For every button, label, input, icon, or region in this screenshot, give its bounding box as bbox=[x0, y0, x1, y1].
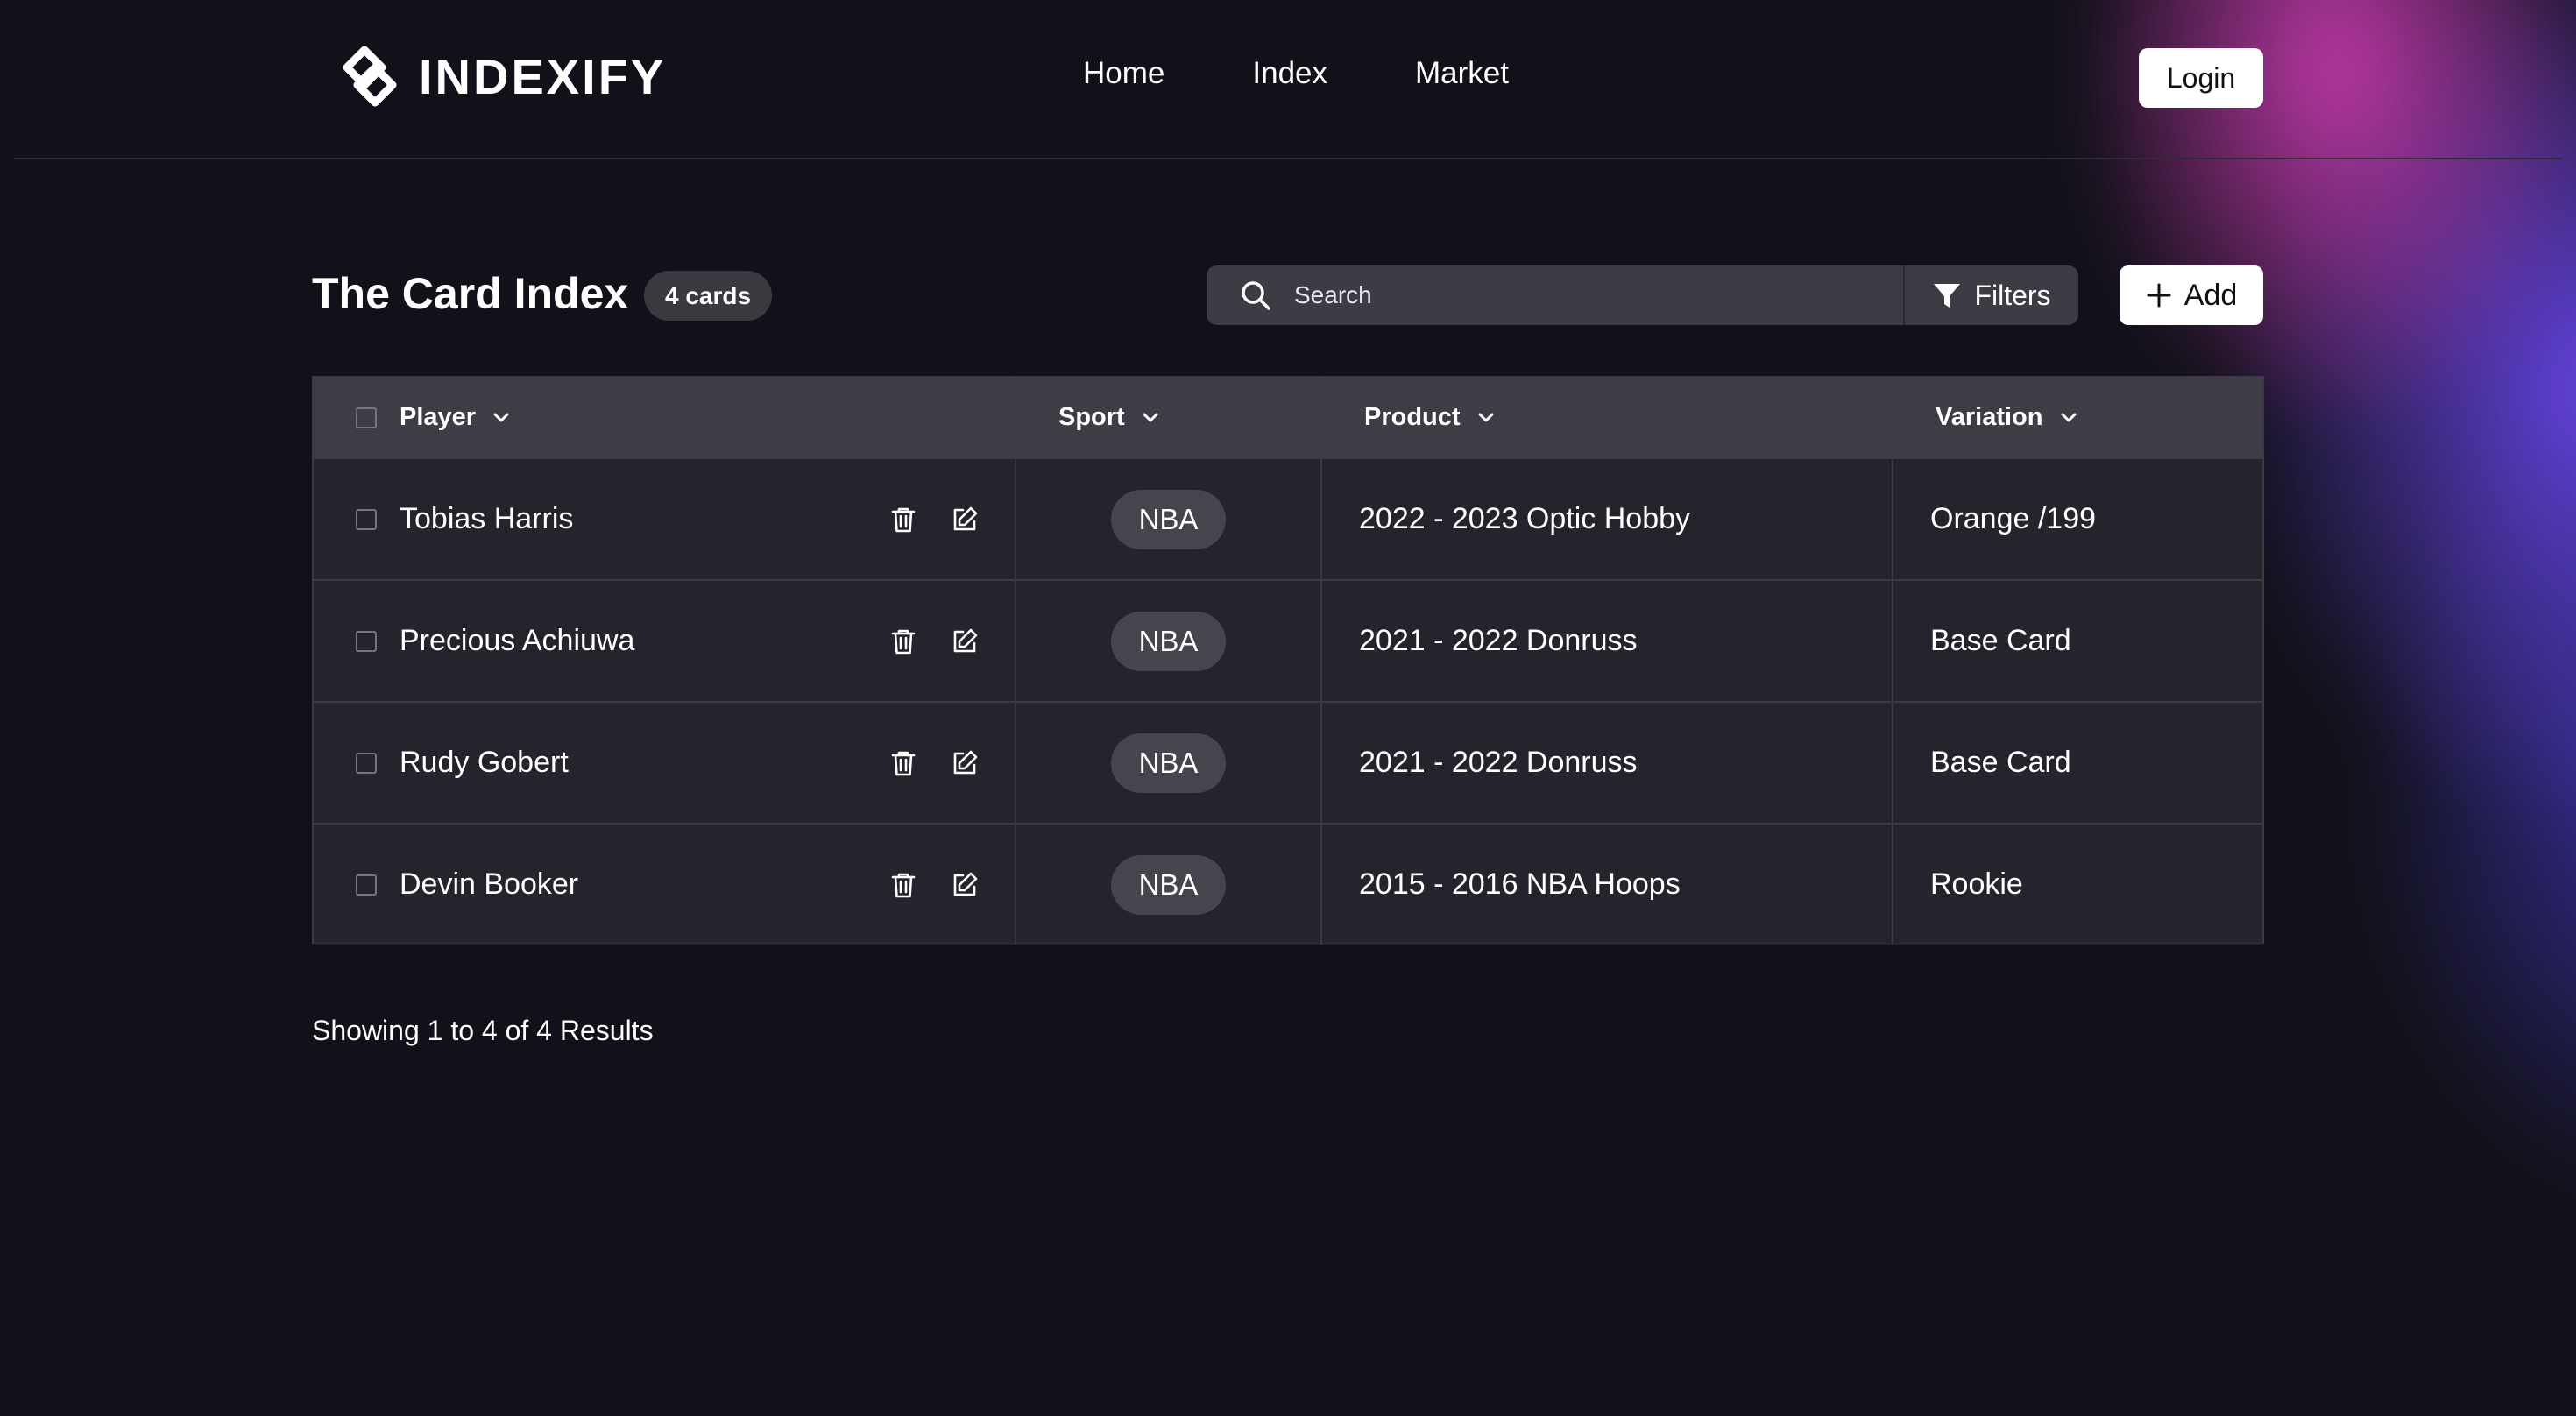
row-actions bbox=[888, 748, 980, 778]
edit-icon[interactable] bbox=[950, 748, 980, 778]
edit-icon[interactable] bbox=[950, 870, 980, 900]
filters-label: Filters bbox=[1974, 279, 2051, 311]
chevron-down-icon bbox=[1478, 413, 1494, 421]
table-header-row: Player Sport Product Variation bbox=[314, 378, 2262, 457]
player-cell: Devin Booker bbox=[314, 825, 1016, 945]
player-cell: Rudy Gobert bbox=[314, 703, 1016, 823]
trash-icon[interactable] bbox=[888, 870, 918, 900]
filter-icon bbox=[1934, 284, 1961, 308]
chevron-down-icon bbox=[2061, 413, 2076, 421]
login-button[interactable]: Login bbox=[2139, 48, 2263, 108]
column-header-variation[interactable]: Variation bbox=[1893, 378, 2262, 457]
sport-badge: NBA bbox=[1110, 611, 1227, 671]
results-summary: Showing 1 to 4 of 4 Results bbox=[312, 1015, 654, 1046]
column-header-label: Player bbox=[400, 403, 477, 431]
nav-market-link[interactable]: Market bbox=[1415, 56, 1509, 91]
player-cell: Tobias Harris bbox=[314, 459, 1016, 579]
row-checkbox[interactable] bbox=[356, 752, 377, 774]
table-row: Rudy Gobert NBA 2021 - 2022 Donruss Base… bbox=[314, 701, 2262, 823]
column-header-label: Variation bbox=[1936, 403, 2043, 431]
main-nav: Home Index Market bbox=[1083, 56, 1509, 91]
filters-button[interactable]: Filters bbox=[1903, 266, 2078, 325]
column-header-sport[interactable]: Sport bbox=[1016, 378, 1322, 457]
header-divider bbox=[14, 158, 2562, 159]
sport-badge: NBA bbox=[1110, 489, 1227, 549]
select-all-checkbox[interactable] bbox=[356, 407, 377, 428]
search-bar: Filters bbox=[1207, 266, 2078, 325]
row-actions bbox=[888, 870, 980, 900]
row-checkbox[interactable] bbox=[356, 874, 377, 896]
player-name: Precious Achiuwa bbox=[400, 624, 635, 657]
table-row: Tobias Harris NBA 2022 - 2023 Optic Hobb… bbox=[314, 457, 2262, 579]
table-row: Precious Achiuwa NBA 2021 - 2022 Donruss… bbox=[314, 579, 2262, 701]
column-header-player[interactable]: Player bbox=[314, 378, 1016, 457]
variation-cell: Orange /199 bbox=[1930, 502, 2097, 535]
player-cell: Precious Achiuwa bbox=[314, 581, 1016, 701]
sport-cell: NBA bbox=[1016, 703, 1322, 823]
logo[interactable]: INDEXIFY bbox=[333, 39, 666, 114]
variation-cell: Rookie bbox=[1930, 867, 2023, 901]
player-name: Rudy Gobert bbox=[400, 746, 569, 779]
sport-cell: NBA bbox=[1016, 581, 1322, 701]
trash-icon[interactable] bbox=[888, 505, 918, 535]
page: INDEXIFY Home Index Market Login The Car… bbox=[0, 0, 2576, 1416]
cards-table: Player Sport Product Variation Tobias Ha… bbox=[312, 376, 2264, 945]
table-row: Devin Booker NBA 2015 - 2016 NBA Hoops R… bbox=[314, 823, 2262, 945]
product-cell: 2021 - 2022 Donruss bbox=[1322, 581, 1893, 701]
row-checkbox[interactable] bbox=[356, 508, 377, 530]
variation-cell: Base Card bbox=[1930, 624, 2071, 657]
top-header: INDEXIFY Home Index Market Login bbox=[0, 0, 2576, 158]
edit-icon[interactable] bbox=[950, 627, 980, 656]
player-name: Devin Booker bbox=[400, 867, 579, 901]
sport-badge: NBA bbox=[1110, 733, 1227, 793]
edit-icon[interactable] bbox=[950, 505, 980, 535]
product-cell: 2015 - 2016 NBA Hoops bbox=[1322, 825, 1893, 945]
variation-cell: Base Card bbox=[1930, 746, 2071, 779]
product-cell: 2022 - 2023 Optic Hobby bbox=[1322, 459, 1893, 579]
chevron-down-icon bbox=[1143, 413, 1158, 421]
sport-cell: NBA bbox=[1016, 459, 1322, 579]
sport-cell: NBA bbox=[1016, 825, 1322, 945]
search-input[interactable] bbox=[1294, 269, 1903, 322]
add-label: Add bbox=[2183, 278, 2238, 312]
card-count-badge: 4 cards bbox=[644, 271, 773, 321]
row-actions bbox=[888, 505, 980, 535]
column-header-label: Sport bbox=[1058, 403, 1125, 431]
add-button[interactable]: Add bbox=[2120, 266, 2263, 325]
sport-badge: NBA bbox=[1110, 854, 1227, 915]
nav-index-link[interactable]: Index bbox=[1252, 56, 1327, 91]
player-name: Tobias Harris bbox=[400, 502, 574, 535]
logo-text: INDEXIFY bbox=[419, 48, 667, 104]
column-header-label: Product bbox=[1364, 403, 1461, 431]
nav-home-link[interactable]: Home bbox=[1083, 56, 1164, 91]
product-cell: 2021 - 2022 Donruss bbox=[1322, 703, 1893, 823]
trash-icon[interactable] bbox=[888, 627, 918, 656]
search-icon bbox=[1242, 281, 1270, 310]
chevron-down-icon bbox=[493, 413, 509, 421]
plus-icon bbox=[2147, 283, 2171, 308]
trash-icon[interactable] bbox=[888, 748, 918, 778]
row-actions bbox=[888, 627, 980, 656]
column-header-product[interactable]: Product bbox=[1322, 378, 1893, 457]
row-checkbox[interactable] bbox=[356, 630, 377, 652]
page-title: The Card Index bbox=[312, 269, 629, 318]
indexify-logo-icon bbox=[343, 46, 397, 107]
